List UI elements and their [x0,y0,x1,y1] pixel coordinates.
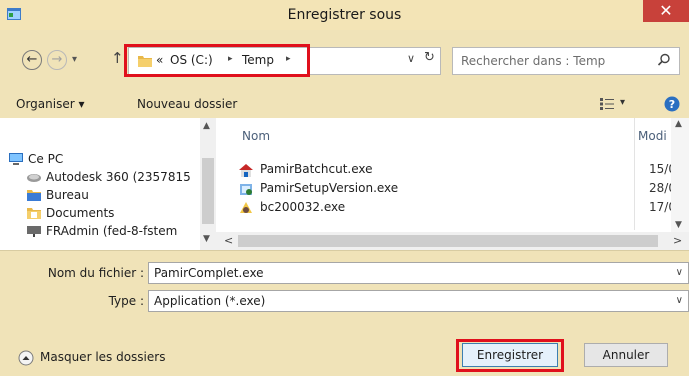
file-list: Nom Modi PamirBatchcut.exe 15/05 PamirSe… [216,118,689,250]
filename-field[interactable]: PamirComplet.exe ∨ [148,262,689,284]
file-list-vertical-scrollbar[interactable]: ▲ ▼ [671,118,689,232]
file-name: bc200032.exe [260,200,346,214]
refresh-icon[interactable]: ↻ [424,50,435,65]
organise-menu[interactable]: Organiser ▾ [16,94,84,114]
type-select[interactable]: Application (*.exe) ∨ [148,290,689,312]
search-input[interactable] [461,51,649,71]
setup-icon [240,184,252,195]
navigation-scrollbar[interactable]: ▲ ▼ [200,118,216,250]
file-name: PamirSetupVersion.exe [260,181,399,195]
file-row[interactable]: PamirBatchcut.exe 15/05 [238,161,684,179]
network-drive-icon [27,226,41,237]
search-box [452,47,680,75]
navigation-pane: Ce PC Autodesk 360 (2357815 Bureau Docum… [0,118,216,250]
view-options-icon[interactable] [600,98,614,110]
svg-text:?: ? [669,98,675,111]
scroll-down-arrow[interactable]: ▼ [203,234,210,244]
type-label: Type : [108,294,144,308]
scroll-down-arrow[interactable]: ▼ [675,220,682,230]
nav-item-label: Bureau [46,188,89,202]
file-list-horizontal-scrollbar[interactable]: < > [216,232,689,250]
scrollbar-thumb[interactable] [238,235,658,247]
cancel-button[interactable]: Annuler [584,343,668,367]
installer-icon [239,164,253,177]
file-row[interactable]: PamirSetupVersion.exe 28/04 [238,180,684,198]
executable-icon [240,202,252,213]
type-value: Application (*.exe) [154,294,266,308]
close-button[interactable]: ✕ [643,0,689,22]
title-bar: Enregistrer sous ✕ [0,0,689,30]
collapse-icon [18,350,34,366]
chevron-down-icon[interactable]: ∨ [676,267,683,278]
nav-item-label: Autodesk 360 (2357815 [46,170,191,184]
chevron-down-icon[interactable]: ∨ [676,295,683,306]
file-row[interactable]: bc200032.exe 17/03 [238,199,684,217]
navigation-toolbar: ← → ▾ ↑ « OS (C:) ▸ Temp ▸ ∨ ↻ [0,30,689,92]
hide-folders-label: Masquer les dossiers [40,350,166,364]
file-name: PamirBatchcut.exe [260,162,373,176]
nav-item-label: Documents [46,206,115,220]
back-button[interactable]: ← [22,50,42,70]
nav-item-label: Ce PC [28,152,64,166]
recent-locations-dropdown[interactable]: ▾ [72,54,77,65]
scroll-right-arrow[interactable]: > [673,234,682,247]
view-dropdown-icon[interactable]: ▾ [620,97,625,108]
computer-icon [9,153,23,165]
cloud-drive-icon [27,174,41,182]
column-header-modified[interactable]: Modi [638,129,667,143]
scroll-up-arrow[interactable]: ▲ [675,119,682,129]
forward-button[interactable]: → [47,50,67,70]
search-icon[interactable] [657,53,671,67]
help-icon[interactable]: ? [664,96,680,112]
up-button[interactable]: ↑ [111,49,124,67]
save-highlight-box [456,339,564,372]
scrollbar-thumb[interactable] [202,158,214,224]
scroll-left-arrow[interactable]: < [224,234,233,247]
command-bar: Organiser ▾ Nouveau dossier ▾ ? [0,92,689,118]
column-header-name[interactable]: Nom [242,129,270,143]
scroll-up-arrow[interactable]: ▲ [203,121,210,131]
window-title: Enregistrer sous [287,7,402,23]
new-folder-button[interactable]: Nouveau dossier [137,94,237,114]
folder-icon [27,190,41,201]
filename-value: PamirComplet.exe [154,266,264,280]
filename-label: Nom du fichier : [47,266,144,280]
folder-icon [27,208,41,219]
address-highlight-box [124,44,310,77]
address-dropdown-icon[interactable]: ∨ [407,52,415,65]
nav-item-label: FRAdmin (fed-8-fstem [46,224,178,238]
